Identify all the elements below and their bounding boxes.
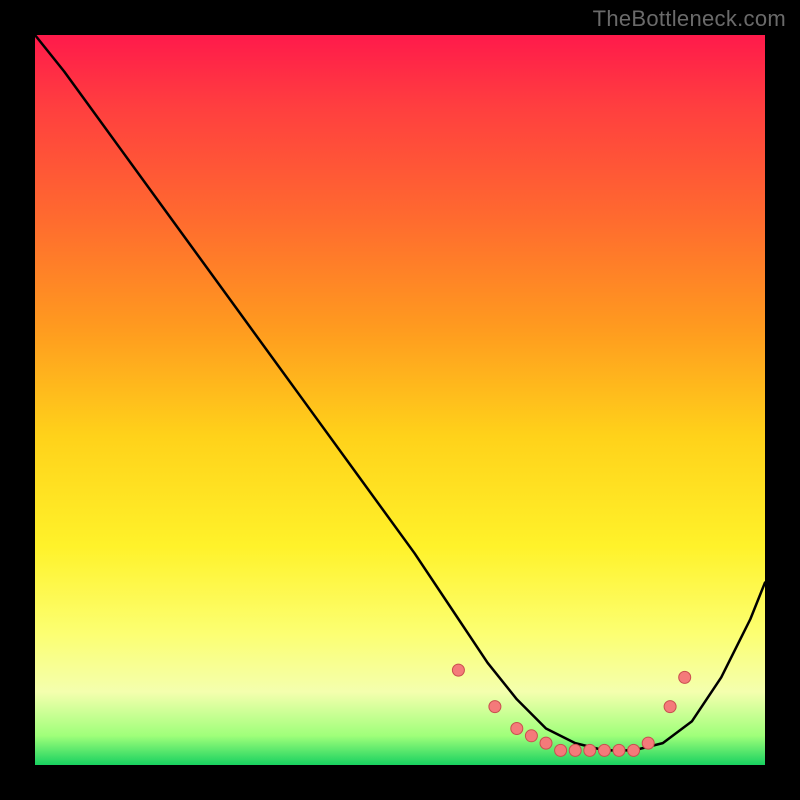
highlight-dot bbox=[664, 701, 676, 713]
plot-area bbox=[35, 35, 765, 765]
chart-frame: TheBottleneck.com bbox=[0, 0, 800, 800]
highlight-dot bbox=[569, 744, 581, 756]
highlight-dot bbox=[489, 701, 501, 713]
highlight-dot bbox=[679, 671, 691, 683]
highlight-dot bbox=[598, 744, 610, 756]
highlight-dot bbox=[511, 723, 523, 735]
highlight-dot bbox=[613, 744, 625, 756]
highlight-dot bbox=[540, 737, 552, 749]
highlight-dot bbox=[584, 744, 596, 756]
watermark-text: TheBottleneck.com bbox=[593, 6, 786, 32]
highlight-dot bbox=[642, 737, 654, 749]
curve-svg bbox=[35, 35, 765, 765]
highlight-dot bbox=[555, 744, 567, 756]
bottleneck-curve-line bbox=[35, 35, 765, 750]
highlight-dot bbox=[452, 664, 464, 676]
highlight-dot bbox=[525, 730, 537, 742]
highlight-dot bbox=[628, 744, 640, 756]
